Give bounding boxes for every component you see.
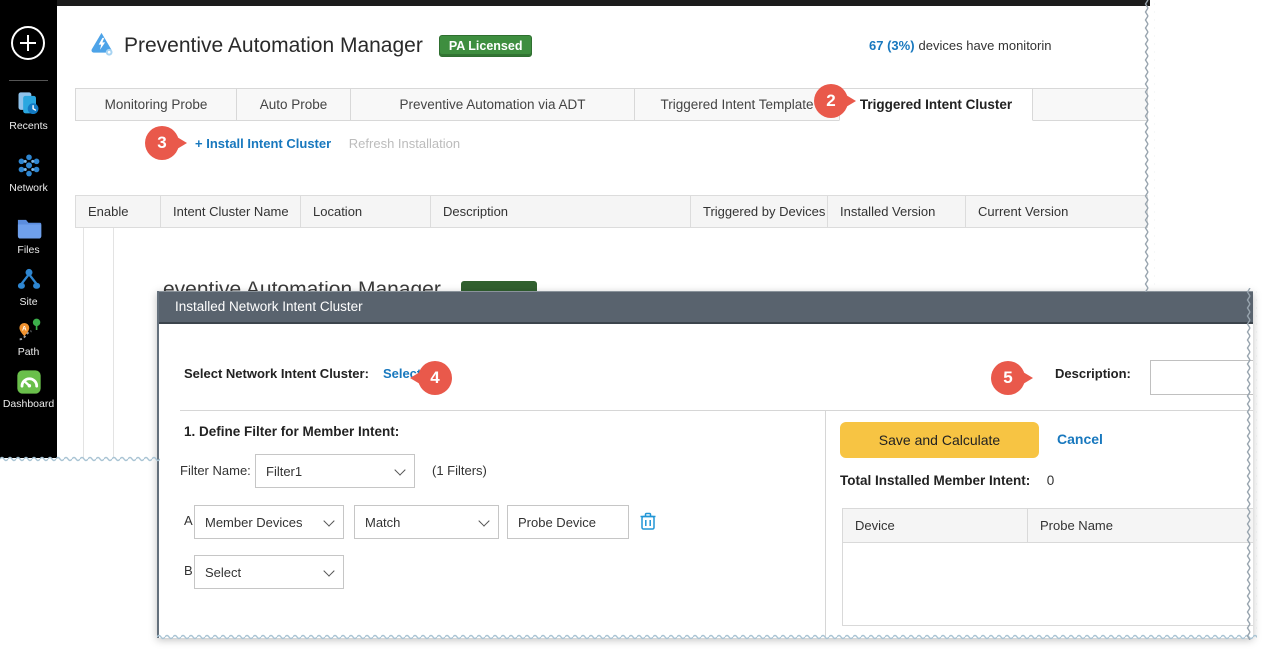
filter-field-select[interactable]: Member Devices	[194, 505, 344, 539]
chevron-down-icon	[323, 565, 334, 576]
torn-edge-right-main	[1143, 0, 1155, 292]
tab-triggered-intent-template[interactable]: Triggered Intent Template	[634, 88, 840, 121]
refresh-installation-link[interactable]: Refresh Installation	[349, 136, 460, 151]
total-installed-value: 0	[1047, 473, 1055, 488]
table-border-artifact	[83, 228, 84, 458]
dialog-titlebar[interactable]: Installed Network Intent Cluster	[159, 291, 1253, 324]
sidebar-item-network[interactable]: Network	[0, 152, 57, 194]
installed-network-intent-cluster-dialog: Installed Network Intent Cluster Select …	[157, 291, 1253, 638]
column-header: Device	[843, 509, 1028, 542]
column-header: Enable	[76, 196, 161, 227]
save-and-calculate-button[interactable]: Save and Calculate	[840, 422, 1039, 458]
filter-name-select[interactable]: Filter1	[255, 454, 415, 488]
cluster-toolbar: + Install Intent Cluster Refresh Install…	[195, 136, 460, 151]
column-header: Installed Version	[828, 196, 966, 227]
sidebar-item-label: Files	[0, 244, 57, 256]
sidebar-item-recents[interactable]: Recents	[0, 90, 57, 132]
chevron-down-icon	[394, 464, 405, 475]
sidebar-divider	[9, 80, 48, 81]
svg-text:A: A	[22, 326, 27, 333]
filter-name-label: Filter Name:	[180, 463, 251, 478]
filter-row-key: B	[184, 563, 193, 578]
sidebar-item-files[interactable]: Files	[0, 214, 57, 256]
chevron-down-icon	[478, 515, 489, 526]
files-icon	[0, 214, 57, 242]
sidebar-item-label: Dashboard	[0, 398, 57, 410]
monitoring-status: 67 (3%) devices have monitorin	[869, 38, 1148, 53]
status-count[interactable]: 67 (3%)	[869, 38, 915, 53]
column-header: Description	[431, 196, 691, 227]
tab-preventive-automation-via-adt[interactable]: Preventive Automation via ADT	[350, 88, 635, 121]
add-button[interactable]	[11, 26, 45, 60]
install-intent-cluster-link[interactable]: + Install Intent Cluster	[195, 136, 331, 151]
screenshot-canvas: Recents Network Files Site A Path	[0, 0, 1265, 654]
sidebar-item-dashboard[interactable]: Dashboard	[0, 368, 57, 410]
column-header: Location	[301, 196, 431, 227]
sidebar-item-path[interactable]: A Path	[0, 316, 57, 358]
app-sidebar: Recents Network Files Site A Path	[0, 0, 57, 458]
dialog-divider-horizontal	[180, 410, 1253, 411]
filter-field-select-b[interactable]: Select	[194, 555, 344, 589]
tab-monitoring-probe[interactable]: Monitoring Probe	[75, 88, 237, 121]
callout-2: 2	[814, 84, 848, 118]
filter-operator-select[interactable]: Match	[354, 505, 499, 539]
filter-value-input[interactable]	[507, 505, 629, 539]
preventive-automation-icon	[88, 30, 115, 62]
tab-triggered-intent-cluster[interactable]: Triggered Intent Cluster	[839, 88, 1033, 121]
callout-5: 5	[991, 361, 1025, 395]
delete-filter-row-button[interactable]	[639, 511, 657, 536]
sidebar-item-label: Recents	[0, 120, 57, 132]
sidebar-item-label: Site	[0, 296, 57, 308]
tab-bar: Monitoring Probe Auto Probe Preventive A…	[75, 88, 1148, 121]
tab-auto-probe[interactable]: Auto Probe	[236, 88, 351, 121]
column-header: Probe Name	[1028, 509, 1253, 542]
sidebar-item-label: Path	[0, 346, 57, 358]
cancel-link[interactable]: Cancel	[1057, 431, 1103, 447]
page-title: Preventive Automation Manager	[124, 34, 423, 58]
filter-count: (1 Filters)	[432, 463, 487, 478]
app-header: Preventive Automation Manager PA License…	[88, 30, 532, 62]
column-header: Triggered by Devices	[691, 196, 828, 227]
dashboard-icon	[0, 368, 57, 396]
torn-edge-right-dialog	[1245, 288, 1257, 640]
member-intent-table: Device Probe Name	[842, 508, 1253, 626]
filter-field-value: Select	[205, 565, 241, 580]
path-icon: A	[0, 316, 57, 344]
description-input[interactable]	[1150, 360, 1253, 395]
chevron-down-icon	[323, 515, 334, 526]
filter-name-value: Filter1	[266, 464, 302, 479]
filter-field-value: Member Devices	[205, 515, 303, 530]
pa-licensed-badge: PA Licensed	[439, 35, 533, 57]
sidebar-item-label: Network	[0, 182, 57, 194]
filter-row-key: A	[184, 513, 193, 528]
member-intent-table-header: Device Probe Name	[843, 509, 1253, 543]
define-filter-section-title: 1. Define Filter for Member Intent:	[184, 424, 399, 439]
column-header: Intent Cluster Name	[161, 196, 301, 227]
column-header: Current Version	[966, 196, 1147, 227]
network-icon	[0, 152, 57, 180]
sidebar-item-site[interactable]: Site	[0, 266, 57, 308]
torn-edge-bottom-dialog	[157, 632, 1257, 644]
table-border-artifact	[113, 228, 114, 458]
callout-3: 3	[145, 126, 179, 160]
callout-4: 4	[418, 361, 452, 395]
dialog-divider-vertical	[825, 410, 826, 638]
filter-operator-value: Match	[365, 515, 400, 530]
total-installed-label: Total Installed Member Intent:	[840, 473, 1030, 488]
dialog-title: Installed Network Intent Cluster	[175, 299, 363, 314]
site-icon	[0, 266, 57, 294]
intent-cluster-table-header: Enable Intent Cluster Name Location Desc…	[75, 195, 1148, 228]
torn-edge-bottom-left	[0, 454, 160, 466]
tab-strip-remainder	[1032, 88, 1148, 121]
description-label: Description:	[1055, 366, 1131, 381]
select-cluster-label: Select Network Intent Cluster:	[184, 366, 369, 381]
status-text: devices have monitorin	[919, 38, 1052, 53]
recents-icon	[0, 90, 57, 118]
